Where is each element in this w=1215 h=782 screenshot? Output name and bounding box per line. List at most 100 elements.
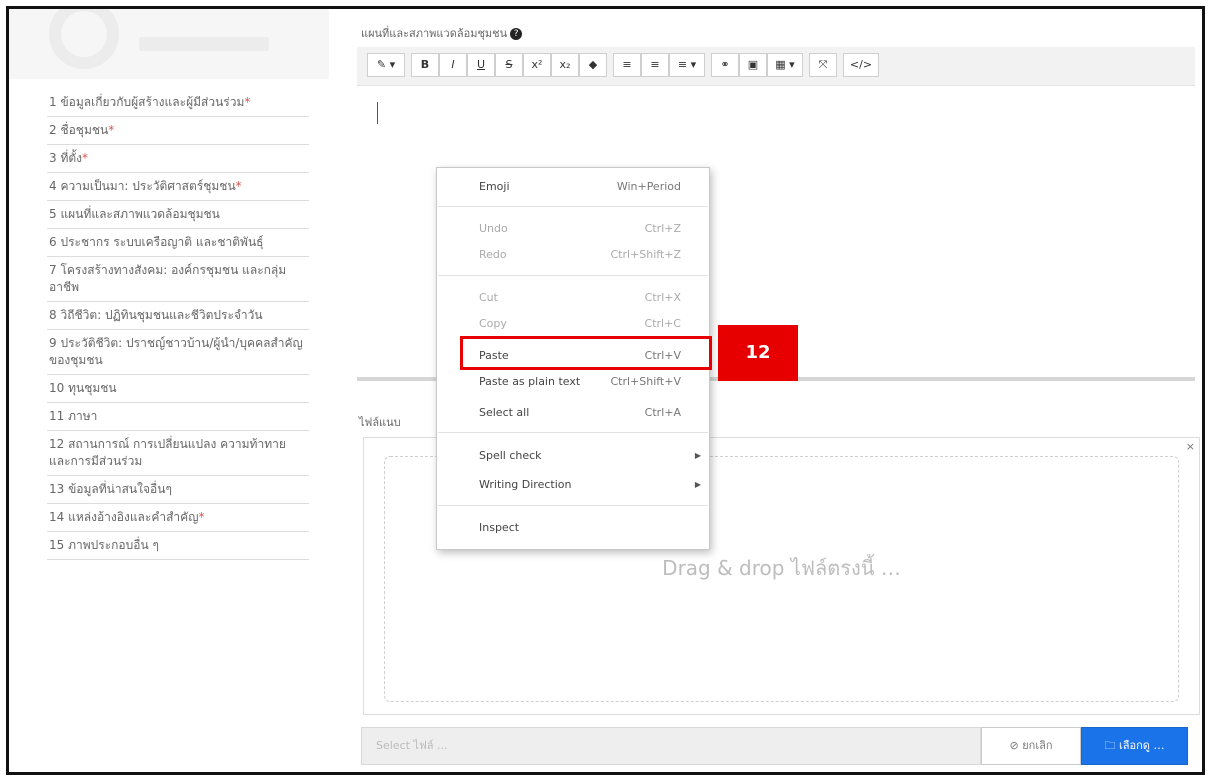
required-marker: * bbox=[82, 151, 89, 165]
submenu-arrow-icon: ▶ bbox=[694, 480, 701, 489]
editor-label-text: แผนที่และสภาพแวดล้อมชุมชน bbox=[361, 27, 508, 40]
eraser-icon[interactable]: ◆ bbox=[579, 53, 607, 77]
align-dropdown[interactable]: ≡ ▾ bbox=[669, 53, 705, 77]
step-number-badge: 12 bbox=[718, 325, 798, 381]
menu-item-shortcut: Ctrl+A bbox=[644, 406, 681, 419]
sidebar-item-8[interactable]: 8 วิถีชีวิต: ปฏิทินชุมชนและชีวิตประจำวัน bbox=[47, 302, 309, 330]
menu-item-emoji[interactable]: Emoji Win+Period bbox=[437, 176, 709, 198]
menu-item-label: Inspect bbox=[479, 521, 520, 534]
required-marker: * bbox=[108, 123, 115, 137]
sidebar-item-label: 4 ความเป็นมา: ประวัติศาสตร์ชุมชน bbox=[49, 179, 236, 193]
menu-item-copy[interactable]: Copy Ctrl+C bbox=[437, 313, 709, 335]
menu-item-label: Undo bbox=[479, 222, 508, 235]
fullscreen-icon[interactable]: ⤧ bbox=[809, 53, 837, 77]
attachments-label: ไฟล์แนบ bbox=[359, 416, 401, 429]
menu-item-shortcut: Ctrl+X bbox=[644, 291, 681, 304]
cancel-upload-button[interactable]: ⊘ ยกเลิก bbox=[981, 727, 1081, 765]
menu-item-label: Select all bbox=[479, 406, 530, 419]
sidebar-item-label: 5 แผนที่และสภาพแวดล้อมชุมชน bbox=[49, 207, 220, 221]
sidebar-item-14[interactable]: 14 แหล่งอ้างอิงและคำสำคัญ* bbox=[47, 504, 309, 532]
sidebar-item-4[interactable]: 4 ความเป็นมา: ประวัติศาสตร์ชุมชน* bbox=[47, 173, 309, 201]
menu-separator bbox=[438, 505, 708, 506]
menu-item-shortcut: Win+Period bbox=[616, 180, 681, 193]
italic-button[interactable]: I bbox=[439, 53, 467, 77]
menu-item-undo[interactable]: Undo Ctrl+Z bbox=[437, 218, 709, 240]
menu-item-label: Paste as plain text bbox=[479, 375, 581, 388]
menu-item-label: Redo bbox=[479, 248, 507, 261]
menu-item-label: Spell check bbox=[479, 449, 542, 462]
menu-separator bbox=[438, 275, 708, 276]
submenu-arrow-icon: ▶ bbox=[694, 451, 701, 460]
menu-item-shortcut: Ctrl+C bbox=[644, 317, 681, 330]
sidebar-item-label: 7 โครงสร้างทางสังคม: องค์กรชุมชน และกลุ่… bbox=[49, 263, 287, 294]
code-view-icon[interactable]: </> bbox=[843, 53, 879, 77]
screenshot-frame: 1 ข้อมูลเกี่ยวกับผู้สร้างและผู้มีส่วนร่ว… bbox=[6, 6, 1205, 775]
sidebar-item-label: 3 ที่ตั้ง bbox=[49, 151, 83, 165]
sidebar-item-label: 12 สถานการณ์ การเปลี่ยนแปลง ความท้าทาย แ… bbox=[49, 437, 286, 468]
bold-button[interactable]: B bbox=[411, 53, 439, 77]
sidebar-item-15[interactable]: 15 ภาพประกอบอื่น ๆ bbox=[47, 532, 309, 560]
menu-item-label: Cut bbox=[479, 291, 498, 304]
sidebar-item-13[interactable]: 13 ข้อมูลที่น่าสนใจอื่นๆ bbox=[47, 476, 309, 504]
sidebar-item-11[interactable]: 11 ภาษา bbox=[47, 403, 309, 431]
sidebar-item-label: 11 ภาษา bbox=[49, 409, 98, 423]
logo bbox=[49, 9, 119, 69]
sidebar-item-3[interactable]: 3 ที่ตั้ง* bbox=[47, 145, 309, 173]
menu-item-label: Writing Direction bbox=[479, 478, 572, 491]
menu-separator bbox=[438, 206, 708, 207]
drop-zone-text: Drag & drop ไฟล์ตรงนี้ … bbox=[662, 556, 901, 580]
menu-item-redo[interactable]: Redo Ctrl+Shift+Z bbox=[437, 244, 709, 266]
sidebar-header bbox=[9, 9, 329, 79]
sidebar-item-label: 10 ทุนชุมชน bbox=[49, 381, 117, 395]
unordered-list-icon[interactable]: ≡ bbox=[613, 53, 641, 77]
section-nav: 1 ข้อมูลเกี่ยวกับผู้สร้างและผู้มีส่วนร่ว… bbox=[47, 89, 309, 560]
underline-button[interactable]: U bbox=[467, 53, 495, 77]
menu-item-shortcut: Ctrl+Shift+Z bbox=[610, 248, 681, 261]
required-marker: * bbox=[198, 510, 205, 524]
sidebar-item-5[interactable]: 5 แผนที่และสภาพแวดล้อมชุมชน bbox=[47, 201, 309, 229]
sidebar-item-label: 13 ข้อมูลที่น่าสนใจอื่นๆ bbox=[49, 482, 172, 496]
table-dropdown[interactable]: ▦ ▾ bbox=[767, 53, 803, 77]
link-icon[interactable]: ⚭ bbox=[711, 53, 739, 77]
editor-label: แผนที่และสภาพแวดล้อมชุมชน? bbox=[361, 24, 523, 42]
close-icon[interactable]: × bbox=[1186, 440, 1195, 453]
required-marker: * bbox=[235, 179, 242, 193]
menu-item-shortcut: Ctrl+Shift+V bbox=[610, 375, 681, 388]
menu-item-cut[interactable]: Cut Ctrl+X bbox=[437, 287, 709, 309]
sidebar-item-label: 8 วิถีชีวิต: ปฏิทินชุมชนและชีวิตประจำวัน bbox=[49, 308, 263, 322]
sidebar-item-label: 15 ภาพประกอบอื่น ๆ bbox=[49, 538, 159, 552]
menu-item-writing-direction[interactable]: Writing Direction ▶ bbox=[437, 474, 709, 496]
menu-item-label: Copy bbox=[479, 317, 507, 330]
superscript-button[interactable]: x² bbox=[523, 53, 551, 77]
ordered-list-icon[interactable]: ≡ bbox=[641, 53, 669, 77]
sidebar-item-label: 1 ข้อมูลเกี่ยวกับผู้สร้างและผู้มีส่วนร่ว… bbox=[49, 95, 245, 109]
sidebar: 1 ข้อมูลเกี่ยวกับผู้สร้างและผู้มีส่วนร่ว… bbox=[9, 9, 329, 772]
browse-button[interactable]: 🗀 เลือกดู … bbox=[1081, 727, 1188, 765]
editor-toolbar: ✎ ▾ B I U S x² x₂ ◆ ≡ ≡ ≡ ▾ ⚭ ▣ ▦ ▾ ⤧ </… bbox=[357, 47, 1195, 86]
sidebar-item-label: 2 ชื่อชุมชน bbox=[49, 123, 109, 137]
sidebar-item-2[interactable]: 2 ชื่อชุมชน* bbox=[47, 117, 309, 145]
sidebar-item-label: 14 แหล่งอ้างอิงและคำสำคัญ bbox=[49, 510, 199, 524]
file-caption-input[interactable]: Select ไฟล์ ... bbox=[361, 727, 981, 765]
help-icon[interactable]: ? bbox=[510, 28, 523, 40]
sidebar-item-6[interactable]: 6 ประชากร ระบบเครือญาติ และชาติพันธุ์ bbox=[47, 229, 309, 257]
menu-separator bbox=[438, 432, 708, 433]
strikethrough-button[interactable]: S bbox=[495, 53, 523, 77]
menu-item-spell-check[interactable]: Spell check ▶ bbox=[437, 445, 709, 467]
paste-highlight-box bbox=[460, 336, 712, 370]
menu-item-inspect[interactable]: Inspect bbox=[437, 517, 709, 539]
logo-text-placeholder bbox=[139, 37, 269, 51]
sidebar-item-7[interactable]: 7 โครงสร้างทางสังคม: องค์กรชุมชน และกลุ่… bbox=[47, 257, 309, 302]
menu-item-select-all[interactable]: Select all Ctrl+A bbox=[437, 402, 709, 424]
sidebar-item-9[interactable]: 9 ประวัติชีวิต: ปราชญ์ชาวบ้าน/ผู้นำ/บุคค… bbox=[47, 330, 309, 375]
subscript-button[interactable]: x₂ bbox=[551, 53, 579, 77]
image-icon[interactable]: ▣ bbox=[739, 53, 767, 77]
file-input-group: Select ไฟล์ ... ⊘ ยกเลิก 🗀 เลือกดู … bbox=[361, 727, 1202, 765]
menu-item-paste-plain[interactable]: Paste as plain text Ctrl+Shift+V bbox=[437, 371, 709, 393]
required-marker: * bbox=[244, 95, 251, 109]
sidebar-item-10[interactable]: 10 ทุนชุมชน bbox=[47, 375, 309, 403]
sidebar-item-1[interactable]: 1 ข้อมูลเกี่ยวกับผู้สร้างและผู้มีส่วนร่ว… bbox=[47, 89, 309, 117]
magic-style-dropdown[interactable]: ✎ ▾ bbox=[367, 53, 405, 77]
menu-item-shortcut: Ctrl+Z bbox=[644, 222, 681, 235]
sidebar-item-12[interactable]: 12 สถานการณ์ การเปลี่ยนแปลง ความท้าทาย แ… bbox=[47, 431, 309, 476]
